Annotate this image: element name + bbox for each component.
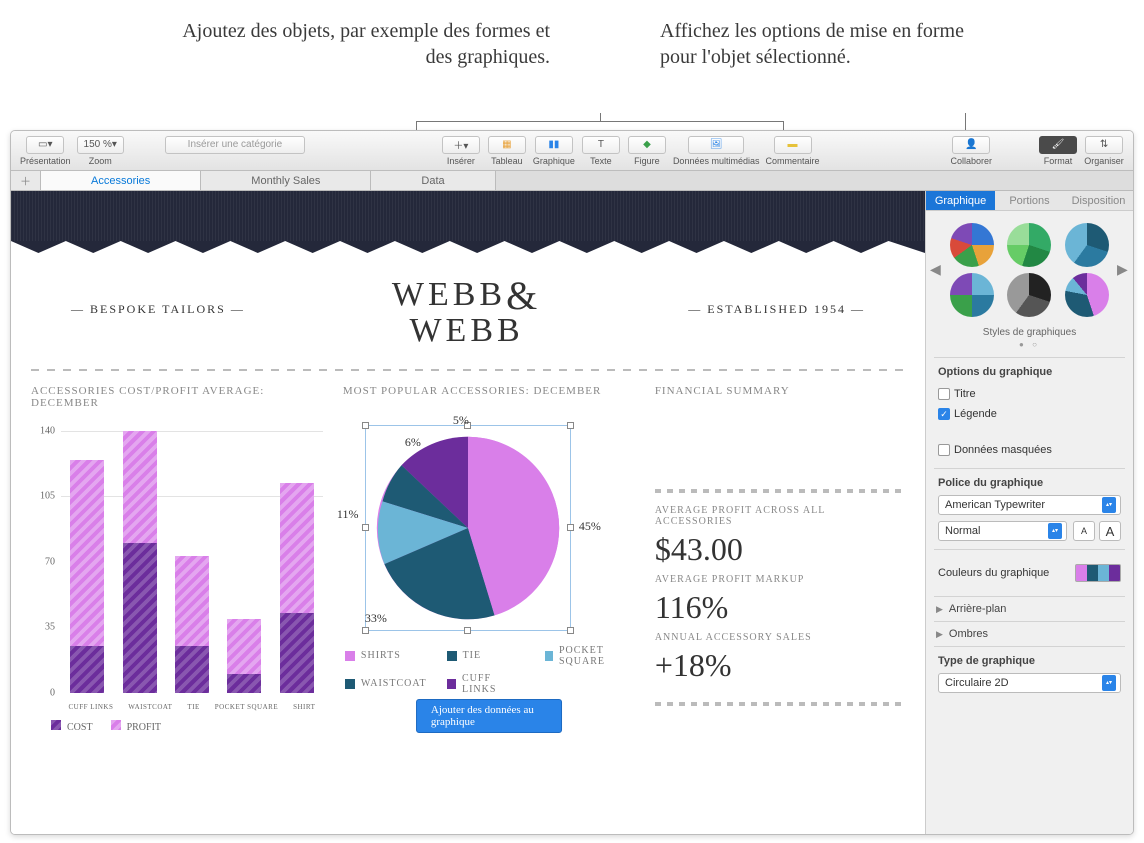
text-button[interactable]: TTexte — [581, 136, 621, 166]
font-family-select[interactable]: American Typewriter▴▾ — [938, 495, 1121, 515]
add-sheet-button[interactable]: ＋ — [11, 171, 41, 190]
table-button[interactable]: ▦Tableau — [487, 136, 527, 166]
chart-style-option[interactable] — [1007, 273, 1051, 317]
bar-chart-legend: COST PROFIT — [31, 720, 161, 733]
callout-add-objects: Ajoutez des objets, par exemple des form… — [170, 18, 550, 70]
summary-label-1: AVERAGE PROFIT ACROSS ALL ACCESSORIES — [655, 505, 905, 527]
pie-chart[interactable]: 45% 33% 11% 6% 5% SHIRTS TIE POCKET SQUA… — [343, 411, 635, 751]
inspector-tab-layout[interactable]: Disposition — [1064, 191, 1133, 210]
sheet-tab-data[interactable]: Data — [371, 171, 495, 190]
pie-chart-legend: SHIRTS TIE POCKET SQUARE WAISTCOAT CUFF … — [345, 645, 635, 695]
zoom-select[interactable]: 150 % ▾Zoom — [77, 136, 124, 166]
media-button[interactable]: 🖼Données multimédias — [673, 136, 760, 166]
brand-left: — BESPOKE TAILORS — — [71, 302, 245, 317]
chart-style-option[interactable] — [950, 273, 994, 317]
sheet-tabs: ＋ Accessories Monthly Sales Data — [11, 171, 1133, 191]
font-larger-button[interactable]: A — [1099, 521, 1121, 541]
summary-value-3: +18% — [655, 647, 905, 684]
sheet-tab-monthly-sales[interactable]: Monthly Sales — [201, 171, 371, 190]
summary-label-3: ANNUAL ACCESSORY SALES — [655, 632, 905, 643]
bar-chart-title: ACCESSORIES COST/PROFIT AVERAGE: DECEMBE… — [31, 385, 323, 409]
chart-style-option[interactable] — [1007, 223, 1051, 267]
inspector-tab-wedges[interactable]: Portions — [995, 191, 1064, 210]
font-smaller-button[interactable]: A — [1073, 521, 1095, 541]
sheet-tab-accessories[interactable]: Accessories — [41, 171, 201, 190]
chart-styles-label: Styles de graphiques — [934, 327, 1125, 338]
insert-category-field[interactable]: Insérer une catégorie — [160, 136, 310, 166]
brand-logo: WEBB&WEBB — [392, 271, 541, 349]
format-button[interactable]: 🖌Format — [1038, 136, 1078, 166]
presentation-button[interactable]: ▭▾Présentation — [20, 136, 71, 166]
bar-chart[interactable]: 140 105 70 35 0 — [31, 423, 323, 733]
background-disclosure[interactable]: ▶Arrière-plan — [934, 596, 1125, 621]
inspector-panel: Graphique Portions Disposition ◀ ▶ — [925, 191, 1133, 835]
organize-button[interactable]: ⇅Organiser — [1084, 136, 1124, 166]
summary-value-1: $43.00 — [655, 531, 905, 568]
shadow-disclosure[interactable]: ▶Ombres — [934, 621, 1125, 646]
brand-right: — ESTABLISHED 1954 — — [688, 302, 865, 317]
chart-font-heading: Police du graphique — [938, 477, 1121, 489]
summary-value-2: 116% — [655, 589, 905, 626]
pie-chart-title: MOST POPULAR ACCESSORIES: DECEMBER — [343, 385, 635, 397]
add-chart-data-button[interactable]: Ajouter des données au graphique — [416, 699, 562, 733]
insert-button[interactable]: ＋▾Insérer — [441, 136, 481, 166]
legend-checkbox[interactable]: ✓Légende — [938, 408, 997, 420]
chart-styles-grid — [934, 219, 1125, 321]
chart-style-option[interactable] — [1065, 223, 1109, 267]
chart-style-option[interactable] — [1065, 273, 1109, 317]
hidden-data-checkbox[interactable]: Données masquées — [938, 444, 1052, 456]
summary-label-2: AVERAGE PROFIT MARKUP — [655, 574, 905, 585]
callout-format-options: Affichez les options de mise en forme po… — [660, 18, 965, 70]
shape-button[interactable]: ◆Figure — [627, 136, 667, 166]
app-window: ▭▾Présentation 150 % ▾Zoom Insérer une c… — [10, 130, 1134, 835]
chart-button[interactable]: ▮▮Graphique — [533, 136, 575, 166]
font-style-select[interactable]: Normal▴▾ — [938, 521, 1067, 541]
chart-style-option[interactable] — [950, 223, 994, 267]
sheet-canvas[interactable]: — BESPOKE TAILORS — WEBB&WEBB — ESTABLIS… — [11, 191, 925, 835]
collaborate-button[interactable]: 👤Collaborer — [950, 136, 992, 166]
title-checkbox[interactable]: Titre — [938, 388, 976, 400]
chart-type-heading: Type de graphique — [938, 655, 1121, 667]
chart-colors-label: Couleurs du graphique — [938, 567, 1049, 579]
toolbar: ▭▾Présentation 150 % ▾Zoom Insérer une c… — [11, 131, 1133, 171]
chart-colors-button[interactable] — [1075, 564, 1121, 582]
comment-button[interactable]: ▬Commentaire — [765, 136, 819, 166]
chart-type-select[interactable]: Circulaire 2D▴▾ — [938, 673, 1121, 693]
inspector-tab-chart[interactable]: Graphique — [926, 191, 995, 210]
chart-options-heading: Options du graphique — [938, 366, 1121, 378]
summary-title: FINANCIAL SUMMARY — [655, 385, 905, 397]
